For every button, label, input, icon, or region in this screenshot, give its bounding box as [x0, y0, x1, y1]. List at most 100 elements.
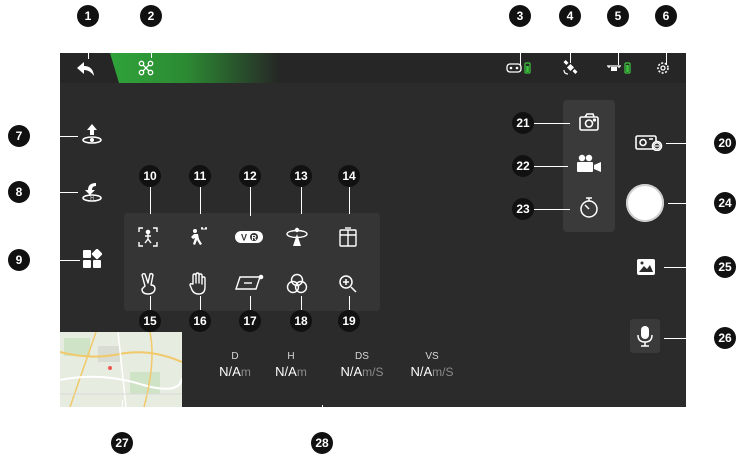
intelligent-menu-icon[interactable]	[80, 247, 104, 271]
callout-12: 12	[239, 165, 261, 187]
callout-5: 5	[607, 5, 629, 27]
leader-line	[349, 296, 350, 310]
tapfly-icon[interactable]	[232, 271, 266, 295]
leader-line	[200, 187, 201, 214]
leader-line	[250, 187, 251, 216]
telemetry-value: N/A	[219, 364, 241, 379]
telemetry-height: H N/Am	[266, 350, 316, 380]
intelligent-flight-menu: V R	[124, 213, 380, 311]
palm-control-icon[interactable]	[186, 271, 210, 297]
callout-17: 17	[239, 310, 261, 332]
telemetry-unit: m	[240, 365, 251, 379]
leader-line	[664, 338, 714, 339]
telemetry-unit: m/S	[432, 365, 454, 379]
telemetry-value: N/A	[275, 364, 297, 379]
photo-mode-icon[interactable]	[577, 110, 601, 134]
telemetry-label: D	[231, 351, 239, 362]
callout-1: 1	[77, 5, 99, 27]
leader-line	[30, 260, 80, 261]
gesture-v-icon[interactable]	[136, 271, 160, 297]
callout-13: 13	[290, 165, 312, 187]
leader-line	[618, 25, 619, 65]
gear-icon[interactable]	[655, 60, 671, 76]
telemetry-distance: D N/Am	[210, 350, 260, 380]
callout-25: 25	[714, 256, 736, 278]
filter-icon[interactable]	[284, 271, 310, 297]
flight-telemetry: D N/Am H N/Am DS N/Am/S VS N/Am/S	[210, 350, 470, 390]
telemetry-label: H	[287, 351, 295, 362]
leader-line	[200, 296, 201, 310]
aircraft-icon[interactable]	[136, 59, 156, 77]
leader-line	[668, 203, 714, 204]
callout-7: 7	[8, 125, 30, 147]
telemetry-horizontal-speed: DS N/Am/S	[328, 350, 396, 380]
vr-icon[interactable]: V R	[232, 227, 266, 247]
callout-22: 22	[512, 155, 534, 177]
callout-6: 6	[655, 5, 677, 27]
leader-line	[534, 123, 570, 124]
callout-20: 20	[714, 132, 736, 154]
mini-map[interactable]	[60, 332, 182, 407]
leader-line	[301, 296, 302, 310]
leader-line	[664, 267, 714, 268]
camera-settings-icon[interactable]	[634, 132, 664, 152]
callout-28: 28	[311, 432, 333, 454]
microphone-button[interactable]	[630, 319, 660, 353]
focus-track-icon[interactable]	[136, 225, 160, 249]
timelapse-mode-icon[interactable]	[577, 196, 601, 220]
telemetry-value: N/A	[340, 364, 363, 379]
callout-24: 24	[714, 192, 736, 214]
telemetry-label: VS	[425, 351, 439, 362]
panel-icon[interactable]	[336, 225, 360, 249]
orbit-icon[interactable]	[284, 225, 310, 249]
callout-16: 16	[189, 310, 211, 332]
remote-controller-battery-icon[interactable]	[506, 61, 532, 75]
callout-9: 9	[8, 249, 30, 271]
leader-line	[30, 192, 78, 193]
telemetry-unit: m	[296, 365, 307, 379]
callout-10: 10	[139, 165, 161, 187]
svg-text:H: H	[90, 196, 94, 202]
telemetry-vertical-speed: VS N/Am/S	[398, 350, 466, 380]
callout-26: 26	[714, 327, 736, 349]
leader-line	[534, 209, 570, 210]
svg-text:V: V	[241, 233, 247, 243]
callout-23: 23	[512, 198, 534, 220]
leader-line	[30, 136, 78, 137]
leader-line	[520, 25, 521, 65]
back-arrow-icon[interactable]	[74, 59, 98, 79]
microphone-icon	[635, 324, 655, 348]
leader-line	[666, 25, 667, 65]
callout-19: 19	[338, 310, 360, 332]
leader-line	[666, 143, 714, 144]
callout-2: 2	[140, 5, 162, 27]
callout-18: 18	[290, 310, 312, 332]
gallery-icon[interactable]	[634, 256, 658, 278]
leader-line	[301, 187, 302, 214]
callout-4: 4	[559, 5, 581, 27]
callout-14: 14	[338, 165, 360, 187]
leader-line	[349, 187, 350, 214]
callout-15: 15	[139, 310, 161, 332]
callout-11: 11	[189, 165, 211, 187]
follow-me-icon[interactable]	[186, 225, 210, 249]
telemetry-value: N/A	[410, 364, 433, 379]
video-mode-icon[interactable]	[575, 152, 603, 176]
zoom-in-icon[interactable]	[336, 271, 360, 297]
leader-line	[250, 296, 251, 310]
telemetry-label: DS	[355, 351, 369, 362]
callout-27: 27	[111, 432, 133, 454]
return-to-home-icon[interactable]: H	[78, 178, 106, 206]
leader-line	[88, 25, 89, 59]
aircraft-battery-icon[interactable]	[606, 61, 632, 75]
callout-3: 3	[509, 5, 531, 27]
leader-line	[570, 25, 571, 63]
leader-line	[322, 405, 323, 432]
auto-takeoff-icon[interactable]	[78, 120, 106, 148]
leader-line	[150, 296, 151, 310]
shutter-button[interactable]	[626, 184, 664, 222]
svg-text:R: R	[251, 235, 256, 242]
app-screen: H V R D N/Am H N/Am DS N/Am/S VS N/Am/S	[60, 53, 686, 407]
callout-21: 21	[512, 112, 534, 134]
callout-8: 8	[8, 181, 30, 203]
